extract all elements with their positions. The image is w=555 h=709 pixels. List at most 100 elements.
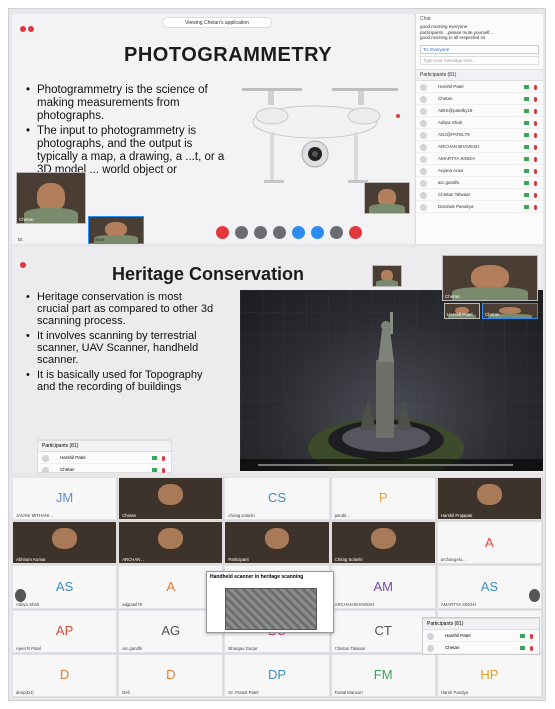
avatar (420, 167, 427, 175)
participant-row[interactable]: Anjana Aravi (416, 165, 543, 177)
video-tile[interactable]: Chetan (16, 172, 86, 224)
video-tile[interactable]: Harshil Patel (444, 303, 480, 319)
participant-tile[interactable]: Ppandit... (330, 477, 436, 521)
participant-row[interactable]: Aditya Shah (416, 117, 543, 129)
viewer-timeline[interactable] (240, 459, 543, 471)
microphone-icon[interactable] (534, 84, 537, 90)
participant-tile[interactable]: FM Faisal Mansuri (330, 653, 436, 697)
shared-screen-thumbnail[interactable]: Handheld scanner in heritage scanning (206, 571, 334, 633)
participant-initials: CT (374, 622, 392, 638)
chat-input[interactable]: Type your message here... (420, 55, 539, 65)
video-icon[interactable] (524, 156, 529, 161)
participant-name: ARCHAN BHAVESH (438, 143, 480, 149)
avatar (42, 455, 49, 462)
participant-name: Harsh Pandya (440, 689, 469, 695)
meeting-control-button[interactable] (292, 226, 305, 239)
participant-row[interactable]: ABHI@patelky19 (416, 105, 543, 117)
microphone-icon[interactable] (162, 456, 165, 461)
participant-tile[interactable]: HP Harsh Pandya (436, 653, 542, 697)
participant-tile[interactable]: Ddeep(DJ) (12, 653, 118, 697)
participant-video (264, 527, 290, 550)
microphone-icon[interactable] (162, 468, 165, 473)
microphone-icon[interactable] (534, 108, 537, 114)
video-icon[interactable] (152, 456, 157, 460)
next-page-button[interactable] (529, 589, 540, 602)
participant-row[interactable]: Chintan Talwaar (416, 189, 543, 201)
video-tile[interactable] (364, 182, 410, 214)
participant-tile[interactable]: Participant (224, 521, 330, 565)
participant-tile[interactable]: Chetan (118, 477, 224, 521)
video-icon[interactable] (524, 180, 529, 185)
participants-list: Harshil Patel Chetan (38, 452, 171, 473)
microphone-icon[interactable] (534, 144, 537, 150)
participant-row[interactable]: Harshil Patel (423, 630, 539, 642)
video-icon[interactable] (524, 204, 529, 209)
participant-tile[interactable]: AP Ajeet R Patel (12, 609, 118, 653)
participant-tile[interactable]: Chirag Solanki (330, 521, 436, 565)
video-icon[interactable] (524, 96, 529, 101)
participant-row[interactable]: AMARTYA SINGH (416, 153, 543, 165)
video-icon[interactable] (524, 120, 529, 125)
slide-bullet: Heritage conservation is most crucial pa… (26, 291, 216, 327)
microphone-icon[interactable] (534, 96, 537, 102)
participant-row[interactable]: arc.gandhi (416, 177, 543, 189)
participant-row[interactable]: Harshil Patel (38, 452, 171, 464)
viewing-banner[interactable]: Viewing Chetan's application (162, 17, 272, 28)
participant-name: Dell (122, 689, 130, 695)
chat-recipient-select[interactable]: To: Everyone (420, 44, 539, 54)
video-icon[interactable] (520, 634, 525, 638)
meeting-control-button[interactable] (330, 226, 343, 239)
participant-tile[interactable]: AM ARCHAN BHAVESH (330, 565, 436, 609)
participant-tile[interactable]: CT Chintan Talwaar (330, 609, 436, 653)
meeting-control-button[interactable] (273, 226, 286, 239)
microphone-icon[interactable] (534, 156, 537, 162)
microphone-icon[interactable] (534, 204, 537, 210)
participant-tile[interactable]: Abhiram Kumar (12, 521, 118, 565)
participant-row[interactable]: Chetan (423, 642, 539, 654)
video-tile[interactable] (372, 265, 402, 287)
participant-tile[interactable]: D Dell (118, 653, 224, 697)
meeting-control-button[interactable] (349, 226, 362, 239)
video-icon[interactable] (152, 468, 157, 472)
avatar (420, 119, 427, 127)
participant-tile[interactable]: Harshil Prajapati (436, 477, 542, 521)
participant-row[interactable]: Harshil Patel (416, 81, 543, 93)
participant-row[interactable]: ARCHAN BHAVESH (416, 141, 543, 153)
video-tile[interactable]: Chetan (482, 303, 538, 319)
avatar (420, 155, 427, 163)
participant-row[interactable]: Chetan (416, 93, 543, 105)
shared-screen-title: Handheld scanner in heritage scanning (210, 574, 304, 580)
video-tile[interactable]: Chetan (442, 255, 538, 301)
participant-tile[interactable]: CS chirag solanki (224, 477, 330, 521)
video-icon[interactable] (524, 144, 529, 149)
microphone-icon[interactable] (534, 168, 537, 174)
video-icon[interactable] (524, 168, 529, 173)
participant-row[interactable]: Chetan (38, 464, 171, 473)
microphone-icon[interactable] (534, 132, 537, 138)
previous-page-button[interactable] (15, 589, 26, 602)
participant-tile[interactable]: AS Aditya Shah (12, 565, 118, 609)
microphone-icon[interactable] (530, 634, 533, 639)
participant-tile[interactable]: AS AMARTYA SINGH (436, 565, 542, 609)
video-icon[interactable] (524, 132, 529, 137)
video-icon[interactable] (524, 84, 529, 89)
microphone-icon[interactable] (530, 646, 533, 651)
participant-row[interactable]: Darshak Panakya (416, 201, 543, 213)
participant-name: chirag solanki (228, 513, 255, 519)
meeting-control-button[interactable] (235, 226, 248, 239)
participant-row[interactable]: ADJ@PATEL79 (416, 129, 543, 141)
meeting-control-button[interactable] (216, 226, 229, 239)
microphone-icon[interactable] (534, 120, 537, 126)
microphone-icon[interactable] (534, 192, 537, 198)
participant-tile[interactable]: JM JAVANI MITHANI... (12, 477, 118, 521)
microphone-icon[interactable] (534, 180, 537, 186)
meeting-control-button[interactable] (254, 226, 267, 239)
video-icon[interactable] (520, 646, 525, 650)
participant-tile[interactable]: ARCHAN... (118, 521, 224, 565)
participant-tile[interactable]: Aarchangelo... (436, 521, 542, 565)
meeting-control-button[interactable] (311, 226, 324, 239)
participant-initials: A (485, 534, 494, 550)
video-icon[interactable] (524, 108, 529, 113)
video-icon[interactable] (524, 192, 529, 197)
participant-tile[interactable]: DP Dr. Pramit Patel (224, 653, 330, 697)
